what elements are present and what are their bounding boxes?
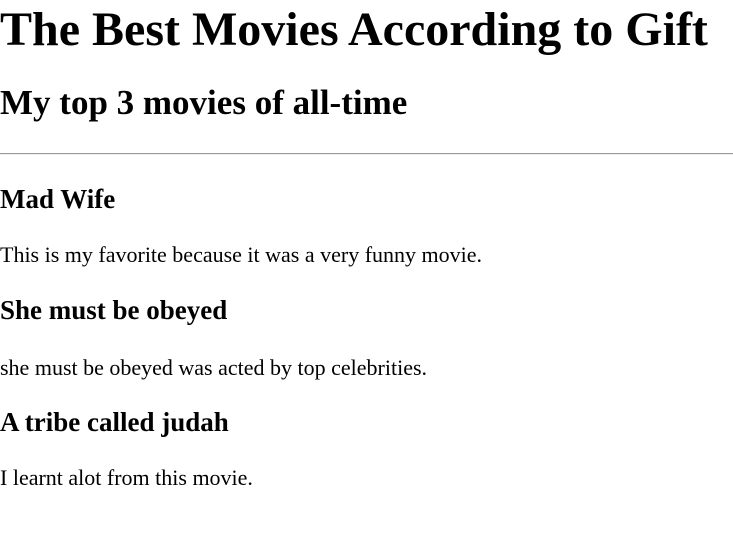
- movie-title: Mad Wife: [0, 184, 116, 214]
- movie-entry: She must be obeyed she must be obeyed wa…: [0, 295, 733, 381]
- divider: [0, 153, 733, 155]
- movie-description: This is my favorite because it was a ver…: [0, 242, 483, 267]
- page-subtitle: My top 3 movies of all-time: [0, 83, 408, 122]
- movie-entry: A tribe called judah I learnt alot from …: [0, 407, 733, 491]
- movie-title: A tribe called judah: [0, 407, 229, 437]
- movie-entry: Mad Wife This is my favorite because it …: [0, 184, 733, 268]
- page: The Best Movies According to Gift My top…: [0, 0, 733, 550]
- movie-description: she must be obeyed was acted by top cele…: [0, 355, 428, 380]
- movie-description: I learnt alot from this movie.: [0, 465, 253, 490]
- page-title: The Best Movies According to Gift: [0, 3, 708, 56]
- movie-title: She must be obeyed: [0, 295, 228, 325]
